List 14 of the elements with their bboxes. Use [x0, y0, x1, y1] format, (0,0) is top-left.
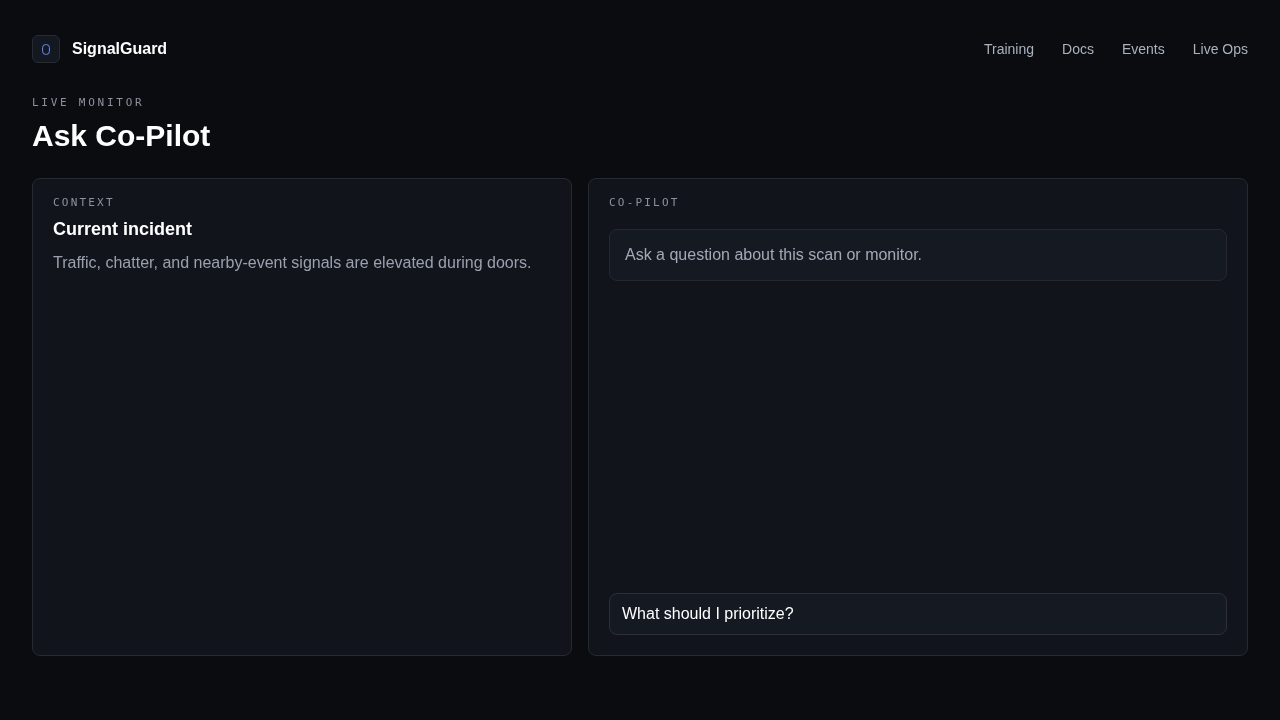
panel-label: CO-PILOT	[609, 195, 680, 211]
nav-link[interactable]: Docs	[1062, 39, 1094, 59]
nav-link[interactable]: Events	[1121, 39, 1165, 59]
nav-link[interactable]: Live Ops	[1192, 39, 1248, 59]
incident-description: Traffic, chatter, and nearby-event signals are elevated during doors.	[53, 253, 532, 273]
page-title: Ask Co-Pilot	[32, 118, 211, 154]
empty-chat-message: Ask a question about this scan or monitor.	[609, 229, 1227, 281]
question-input[interactable]: What should I prioritize?	[609, 593, 1227, 635]
brand-name: SignalGuard	[72, 39, 168, 59]
nav-link[interactable]: Training	[983, 39, 1035, 59]
logo-icon	[32, 35, 60, 63]
panel-label: CONTEXT	[53, 195, 115, 211]
incident-title: Current incident	[53, 218, 192, 241]
page-eyebrow: LIVE MONITOR	[32, 95, 145, 111]
